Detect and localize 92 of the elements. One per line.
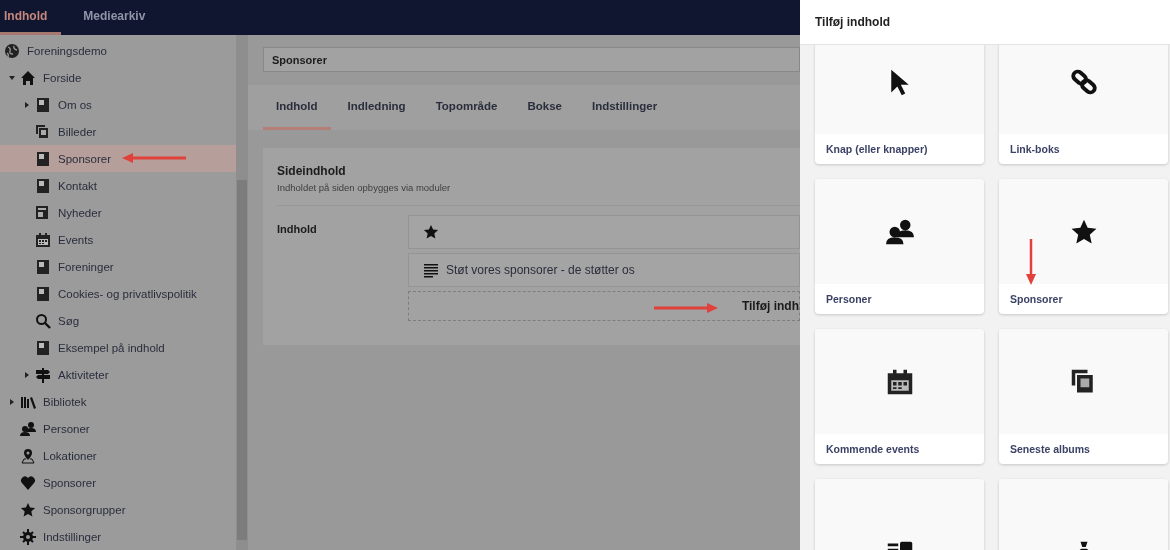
- module-card-label: Link-boks: [1009, 142, 1061, 157]
- site-title[interactable]: Foreningsdemo: [27, 44, 107, 57]
- page-icon: [35, 177, 51, 194]
- module-card-label: Kommende events: [825, 442, 921, 457]
- arrow-annotation: [652, 301, 720, 315]
- editor-tab[interactable]: Topområde: [422, 85, 511, 130]
- tree-item-label: Eksempel på indhold: [58, 341, 165, 354]
- calendar-icon: [35, 231, 51, 248]
- page-name-field[interactable]: Sponsorer: [263, 47, 800, 72]
- link-icon: [1069, 67, 1098, 96]
- scrollbar[interactable]: [236, 35, 248, 550]
- module-card-label: Sponsorer: [1009, 292, 1064, 307]
- editor-tab[interactable]: Indledning: [334, 85, 419, 130]
- tree-item[interactable]: Events: [0, 226, 236, 253]
- tree-item-label: Nyheder: [58, 206, 102, 219]
- section-subtitle: Indholdet på siden opbygges via moduler: [277, 182, 452, 193]
- star-icon: [423, 224, 439, 240]
- module-card-label: Seneste albums: [1009, 442, 1091, 457]
- editor-tab[interactable]: Bokse: [514, 85, 575, 130]
- module-card[interactable]: Kommende events: [815, 329, 984, 464]
- tree-item[interactable]: Kontakt: [0, 172, 236, 199]
- module-card[interactable]: Seneste albums: [999, 329, 1168, 464]
- globe-icon: [4, 42, 20, 59]
- people-icon: [20, 420, 36, 437]
- module-card[interactable]: Personer: [815, 179, 984, 314]
- content-block[interactable]: Støt vores sponsorer - de støtter os: [408, 253, 800, 287]
- tree-item-label: Forside: [43, 71, 82, 84]
- tree-item-label: Indstillinger: [43, 530, 102, 543]
- tree-item[interactable]: Eksempel på indhold: [0, 334, 236, 361]
- nav-tab[interactable]: Mediearkiv: [79, 0, 160, 35]
- search-icon: [35, 312, 51, 329]
- page-icon: [35, 285, 51, 302]
- tree-item-label: Cookies- og privatlivspolitik: [58, 287, 197, 300]
- tree-item[interactable]: Indstillinger: [0, 523, 236, 550]
- tree-item[interactable]: Lokationer: [0, 442, 236, 469]
- editor-tab[interactable]: Indhold: [263, 85, 331, 130]
- scrollbar-thumb[interactable]: [237, 180, 247, 540]
- module-card[interactable]: Link-boks: [999, 45, 1168, 164]
- news-icon: [35, 204, 51, 221]
- gallery-icon: [35, 123, 51, 140]
- page-icon: [35, 150, 51, 167]
- section-title: Sideindhold: [277, 164, 347, 178]
- tree-item-label: Sponsorer: [43, 476, 97, 489]
- panel-title: Tilføj indhold: [800, 0, 1170, 45]
- location-pin-icon: [20, 447, 36, 464]
- tree-item-label: Sponsorer: [58, 152, 112, 165]
- tree-item[interactable]: Nyheder: [0, 199, 236, 226]
- tree-item[interactable]: Sponsorer: [0, 469, 236, 496]
- content-block[interactable]: [408, 215, 800, 249]
- module-card[interactable]: Knap (eller knapper): [815, 45, 984, 164]
- module-card-label: Knap (eller knapper): [825, 142, 929, 157]
- calendar-icon: [885, 367, 914, 396]
- tree-item[interactable]: Bibliotek: [0, 388, 236, 415]
- block-title: Støt vores sponsorer - de støtter os: [446, 263, 635, 277]
- heart-icon: [20, 474, 36, 491]
- tree-item[interactable]: Cookies- og privatlivspolitik: [0, 280, 236, 307]
- text-lines-icon: [423, 262, 439, 278]
- page-icon: [35, 339, 51, 356]
- home-icon: [20, 69, 36, 86]
- tree-item[interactable]: Personer: [0, 415, 236, 442]
- add-content-button[interactable]: Tilføj indh: [408, 291, 800, 321]
- editor-tab[interactable]: Indstillinger: [578, 85, 671, 130]
- tree-item-label: Bibliotek: [43, 395, 87, 408]
- tree-item-label: Kontakt: [58, 179, 97, 192]
- module-card[interactable]: Sponsorer: [999, 179, 1168, 314]
- star-icon: [20, 501, 36, 518]
- tree-item[interactable]: Aktiviteter: [0, 361, 236, 388]
- tree-item[interactable]: Sponsorgrupper: [0, 496, 236, 523]
- signpost-icon: [35, 366, 51, 383]
- tree-item[interactable]: Om os: [0, 91, 236, 118]
- tree-item-label: Events: [58, 233, 94, 246]
- tree-item[interactable]: Forside: [0, 64, 236, 91]
- module-card-label: Personer: [825, 292, 873, 307]
- gear-icon: [20, 528, 36, 545]
- field-label: Indhold: [277, 222, 318, 237]
- tree-item-label: Foreninger: [58, 260, 114, 273]
- tree-item-label: Personer: [43, 422, 90, 435]
- tree-item[interactable]: Sponsorer: [0, 145, 236, 172]
- arrow-annotation: [1024, 237, 1038, 287]
- tree-item-label: Søg: [58, 314, 80, 327]
- page-icon: [35, 258, 51, 275]
- page-icon: [35, 96, 51, 113]
- arrow-annotation: [120, 151, 188, 165]
- people-icon: [885, 217, 914, 246]
- tree-item-label: Billeder: [58, 125, 97, 138]
- tree-item[interactable]: Søg: [0, 307, 236, 334]
- tree-item[interactable]: Foreninger: [0, 253, 236, 280]
- tree-item-label: Om os: [58, 98, 92, 111]
- tree-item[interactable]: Billeder: [0, 118, 236, 145]
- tree-item-label: Lokationer: [43, 449, 97, 462]
- tree-item-label: Sponsorgrupper: [43, 503, 126, 516]
- tree-item-label: Aktiviteter: [58, 368, 109, 381]
